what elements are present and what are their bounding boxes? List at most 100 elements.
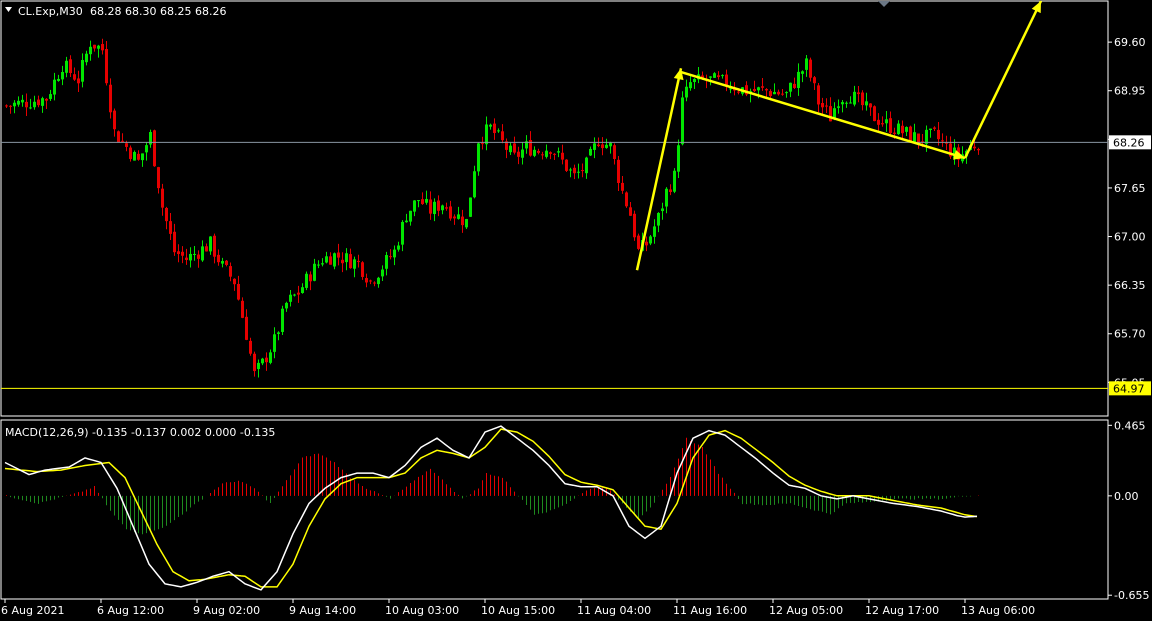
candle-body — [601, 144, 604, 149]
time-tick-label: 9 Aug 14:00 — [289, 604, 356, 617]
candle-body — [541, 154, 544, 156]
candle-body — [945, 142, 948, 144]
candle-body — [305, 273, 308, 288]
candle-body — [785, 92, 788, 94]
candle-body — [37, 99, 40, 106]
candle-body — [285, 302, 288, 309]
candle-body — [129, 147, 132, 159]
candle-body — [845, 102, 848, 104]
candle-body — [53, 79, 56, 95]
annotation-arrow-shaft — [680, 70, 966, 160]
candle-body — [449, 206, 452, 219]
candle-body — [245, 316, 248, 340]
candle-body — [809, 59, 812, 78]
candle-body — [261, 358, 264, 364]
annotations — [635, 0, 1043, 271]
macd-tick-label: 0.00 — [1114, 490, 1139, 503]
candle-body — [237, 283, 240, 300]
candle-body — [337, 252, 340, 258]
candle-body — [309, 274, 312, 282]
candle-body — [189, 253, 192, 261]
candle-body — [205, 246, 208, 252]
time-tick-label: 11 Aug 04:00 — [577, 604, 651, 617]
candle-body — [433, 201, 436, 215]
candle-body — [421, 199, 424, 205]
time-tick-label: 6 Aug 12:00 — [97, 604, 164, 617]
ohlc-readout: 68.28 68.30 68.25 68.26 — [90, 5, 226, 18]
candle-body — [565, 159, 568, 171]
candle-body — [329, 256, 332, 265]
candle-body — [301, 287, 304, 293]
candle-body — [889, 118, 892, 133]
caret-down-icon[interactable] — [5, 7, 12, 12]
price-tick-label: 66.35 — [1114, 279, 1146, 292]
candle-body — [289, 294, 292, 302]
candle-body — [865, 101, 868, 106]
candle-body — [509, 145, 512, 153]
candle-body — [241, 300, 244, 318]
candle-body — [373, 282, 376, 284]
candle-body — [765, 89, 768, 91]
candle-body — [85, 53, 88, 63]
price-tick-label: 68.95 — [1114, 85, 1146, 98]
candle-body — [677, 145, 680, 172]
candle-body — [9, 105, 12, 107]
candle-body — [913, 132, 916, 143]
candle-body — [297, 292, 300, 295]
candle-body — [589, 148, 592, 156]
candle-body — [17, 100, 20, 105]
candle-body — [837, 106, 840, 108]
candle-body — [581, 170, 584, 172]
candle-body — [629, 207, 632, 216]
candle-body — [485, 124, 488, 145]
candle-body — [877, 119, 880, 125]
candle-body — [797, 71, 800, 89]
candle-body — [713, 73, 716, 78]
candle-body — [557, 151, 560, 153]
annotation-arrow-shaft — [963, 0, 1043, 159]
price-tick-label: 65.70 — [1114, 328, 1146, 341]
candle-body — [789, 82, 792, 92]
candle-body — [113, 110, 116, 130]
candle-body — [757, 87, 760, 91]
candle-body — [605, 144, 608, 148]
candle-body — [89, 46, 92, 55]
candle-body — [593, 143, 596, 150]
candle-body — [401, 221, 404, 245]
candle-body — [353, 259, 356, 269]
candle-body — [549, 152, 552, 154]
candle-body — [425, 198, 428, 203]
macd-tick-label: 0.465 — [1114, 419, 1146, 432]
candle-body — [29, 107, 32, 109]
candle-body — [5, 105, 8, 107]
candle-body — [861, 92, 864, 106]
candle-body — [193, 253, 196, 255]
candle-body — [69, 59, 72, 74]
candle-body — [357, 260, 360, 262]
candle-body — [841, 102, 844, 105]
candle-body — [105, 49, 108, 84]
candle-body — [801, 71, 804, 74]
candle-body — [513, 143, 516, 153]
main-price-panel — [0, 0, 1109, 417]
macd-header-group: MACD(12,26,9) -0.135 -0.137 0.002 0.000 … — [5, 426, 275, 439]
candle-body — [805, 58, 808, 70]
candle-body — [61, 71, 64, 80]
price-chart[interactable]: 69.6068.9568.3067.6567.0066.3565.7065.05… — [0, 0, 1152, 621]
candle-body — [181, 251, 184, 256]
shift-marker-icon[interactable] — [878, 1, 890, 7]
candle-body — [537, 150, 540, 153]
candle-body — [269, 352, 272, 363]
time-tick-label: 13 Aug 06:00 — [961, 604, 1035, 617]
support-price-label: 64.97 — [1113, 382, 1145, 395]
candle-body — [345, 253, 348, 263]
candle-body — [573, 167, 576, 174]
candle-body — [681, 97, 684, 145]
candle-body — [585, 157, 588, 174]
candle-body — [217, 254, 220, 263]
candle-body — [561, 152, 564, 160]
header-group: CL.Exp,M30 68.28 68.30 68.25 68.26 — [5, 5, 226, 18]
candle-body — [121, 140, 124, 142]
candle-body — [117, 131, 120, 143]
candle-body — [397, 245, 400, 250]
